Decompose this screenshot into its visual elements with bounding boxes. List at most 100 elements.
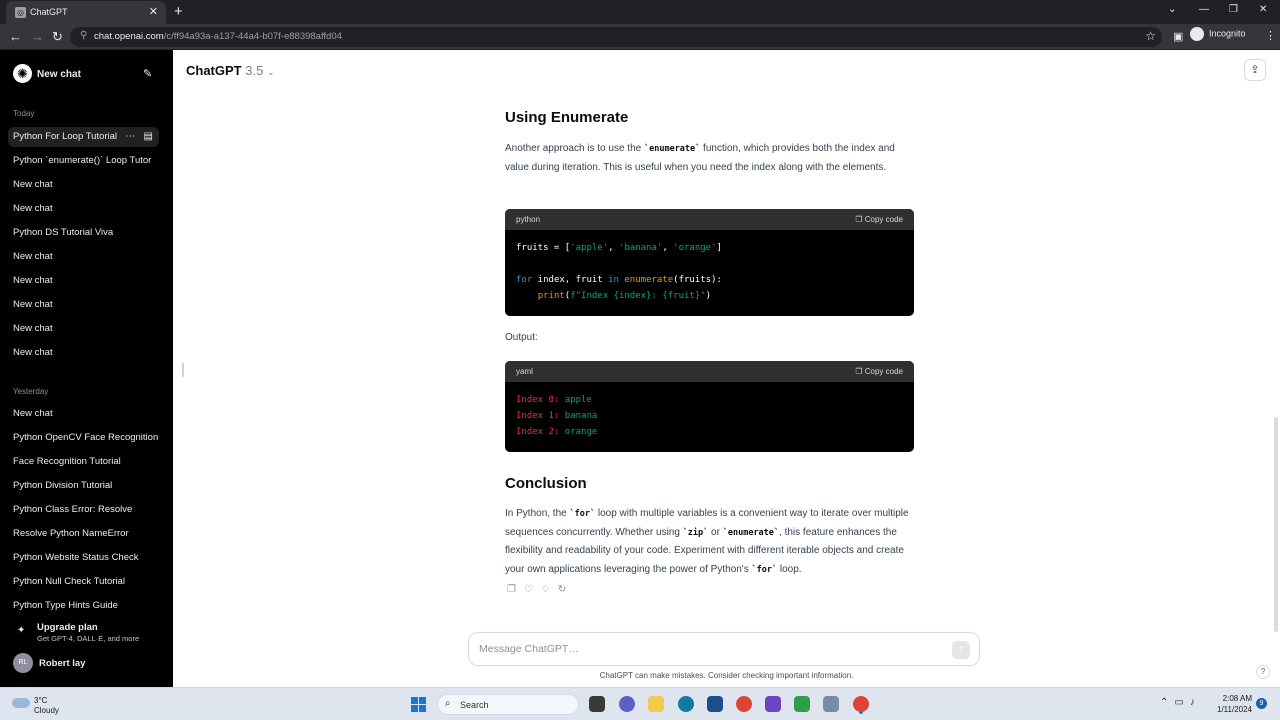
sidebar-chat-item[interactable]: New chat [8,295,159,315]
chrome-active-icon[interactable] [853,696,869,712]
sidebar-chat-item[interactable]: Python Null Check Tutorial [8,572,159,592]
clock-date: 1/11/2024 [1217,705,1252,714]
openai-logo-icon[interactable]: ✺ [13,64,32,83]
maximize-button[interactable]: ❐ [1229,4,1238,15]
sparkle-icon: ✦ [17,625,26,636]
incognito-indicator[interactable]: Incognito [1190,27,1246,41]
app-icon[interactable] [823,696,839,712]
message-input[interactable] [479,640,939,658]
sidebar-chat-item[interactable]: Python `enumerate()` Loop Tutor [8,151,159,171]
chat-app-icon[interactable] [619,696,635,712]
new-chat-button[interactable]: New chat [37,69,81,80]
chat-item-label: New chat [13,323,53,334]
chat-item-label: Face Recognition Tutorial [13,456,121,467]
heading-conclusion: Conclusion [505,475,587,492]
weather-temp: 3°C [34,696,48,705]
sidebar-chat-item[interactable]: New chat [8,319,159,339]
weather-condition: Cloudy [34,706,59,715]
sidebar-chat-item[interactable]: New chat [8,175,159,195]
chat-item-label: Python Website Status Check [13,552,139,563]
close-window-button[interactable]: ✕ [1259,4,1267,15]
sidebar-chat-item[interactable]: Python DS Tutorial Viva [8,223,159,243]
taskbar-search[interactable]: ⌕ Search [437,694,579,715]
message-actions: ❐♡♢↻ [507,584,574,595]
sidebar-chat-item[interactable]: New chat [8,343,159,363]
browser-tab[interactable]: ◎ ChatGPT ✕ [6,1,166,24]
archive-icon[interactable]: ▤ [144,131,153,142]
thumbs-down-icon[interactable]: ♢ [541,584,558,595]
cloud-icon [12,698,30,708]
search-icon: ⌕ [445,698,451,709]
heading-using-enumerate: Using Enumerate [505,109,629,126]
sidebar-chat-item[interactable]: New chat [8,199,159,219]
scrollbar[interactable] [1274,417,1278,632]
sidebar-chat-item[interactable]: New chat [8,404,159,424]
reload-icon[interactable]: ↻ [52,29,63,45]
share-button[interactable]: ⇪ [1244,59,1266,81]
new-chat-edit-icon[interactable]: ✎ [143,67,152,80]
chevron-up-icon[interactable]: ⌃ [1160,697,1174,708]
chat-item-label: New chat [13,275,53,286]
sidebar-collapse-handle[interactable] [182,363,184,377]
sidebar-chat-item[interactable]: Python For Loop Tutorial ⋯ ▤ [8,127,159,147]
windows-taskbar: 3°C Cloudy ⌕ Search ⌃▭♪ 2:08 AM 1/11/2024… [0,687,1280,720]
task-view-icon[interactable] [589,696,605,712]
section-today-label: Today [13,109,35,118]
chat-item-label: Python Type Hints Guide [13,600,118,611]
site-info-icon[interactable]: ⚲ [80,30,87,41]
paragraph-enumerate: Another approach is to use the `enumerat… [505,143,895,173]
tab-search-icon[interactable]: ⌄ [1168,4,1176,15]
system-tray: ⌃▭♪ [1160,697,1201,708]
file-explorer-icon[interactable] [648,696,664,712]
taskbar-clock[interactable]: 2:08 AM 1/11/2024 [1214,693,1252,715]
tab-title: ChatGPT [30,7,68,17]
chrome-icon[interactable] [736,696,752,712]
chat-item-label: New chat [13,251,53,262]
copy-icon[interactable]: ❐ [507,584,524,595]
excel-icon[interactable] [794,696,810,712]
network-icon[interactable]: ▭ [1174,697,1189,708]
sidebar-chat-item[interactable]: Resolve Python NameError [8,524,159,544]
sidebar-chat-item[interactable]: Python Class Error: Resolve [8,500,159,520]
chat-item-label: Python OpenCV Face Recognition [13,432,159,443]
sidebar-chat-item[interactable]: New chat [8,247,159,267]
sidebar-chat-item[interactable]: New chat [8,271,159,291]
chat-item-label: New chat [13,347,53,358]
close-tab-icon[interactable]: ✕ [149,5,158,18]
side-panel-icon[interactable]: ▣ [1173,30,1183,43]
code-block-header: yaml ❐ Copy code [505,361,914,382]
chat-item-label: Python `enumerate()` Loop Tutor [13,155,152,166]
chat-main: ChatGPT 3.5 ⌄ ⇪ Using Enumerate Another … [173,50,1280,687]
thumbs-up-icon[interactable]: ♡ [524,584,541,595]
model-selector[interactable]: ChatGPT 3.5 ⌄ [186,63,275,78]
chat-item-label: Python Class Error: Resolve [13,504,133,515]
copy-code-button[interactable]: ❐ Copy code [855,209,903,230]
app-icon[interactable] [765,696,781,712]
browser-menu-icon[interactable]: ⋮ [1265,29,1276,42]
volume-icon[interactable]: ♪ [1190,697,1201,708]
chat-item-actions: ⋯ ▤ [125,127,153,147]
sidebar-chat-item[interactable]: Face Recognition Tutorial [8,452,159,472]
send-button[interactable]: ↑ [952,641,970,659]
sidebar-chat-item[interactable]: Python Division Tutorial [8,476,159,496]
chat-item-label: New chat [13,408,53,419]
code-language-label: yaml [516,367,533,376]
windows-start-icon[interactable] [411,697,427,713]
sidebar-chat-item[interactable]: Python OpenCV Face Recognition [8,428,159,448]
minimize-button[interactable]: — [1199,4,1209,15]
address-bar[interactable]: ⚲ chat.openai.com/c/ff94a93a-a137-44a4-b… [70,27,1162,47]
copy-code-button[interactable]: ❐ Copy code [855,361,903,382]
store-icon[interactable] [707,696,723,712]
forward-icon[interactable]: → [31,29,44,44]
code-block-python: python ❐ Copy code fruits = ['apple', 'b… [505,209,914,316]
sidebar-chat-item[interactable]: Python Type Hints Guide [8,596,159,616]
notification-badge[interactable]: 9 [1256,698,1267,709]
regenerate-icon[interactable]: ↻ [558,584,574,595]
back-icon[interactable]: ← [9,29,22,44]
edge-browser-icon[interactable] [678,696,694,712]
bookmark-star-icon[interactable]: ☆ [1145,29,1156,43]
sidebar-chat-item[interactable]: Python Website Status Check [8,548,159,568]
new-tab-button[interactable]: + [174,3,183,20]
help-button[interactable]: ? [1256,665,1270,679]
more-options-icon[interactable]: ⋯ [125,131,135,142]
